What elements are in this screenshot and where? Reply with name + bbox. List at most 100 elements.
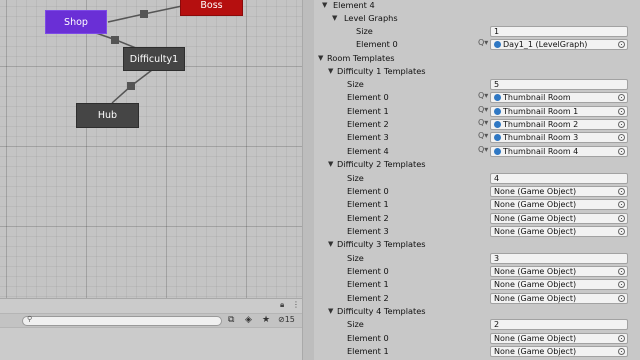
object-field[interactable]: None (Game Object) bbox=[490, 199, 628, 210]
object-field[interactable]: None (Game Object) bbox=[490, 226, 628, 237]
object-value: None (Game Object) bbox=[494, 267, 577, 276]
list-item: Element 0 None (Game Object) bbox=[314, 332, 640, 345]
edge-handle[interactable] bbox=[140, 10, 148, 18]
difficulty4-size-row: Size 2 bbox=[314, 318, 640, 331]
size-field[interactable]: 3 bbox=[490, 252, 628, 264]
prefab-icon bbox=[494, 121, 501, 128]
size-field[interactable]: 1 bbox=[490, 26, 628, 37]
object-value: None (Game Object) bbox=[494, 347, 577, 356]
node-difficulty1[interactable]: Difficulty1 bbox=[123, 47, 185, 71]
foldout-label: Difficulty 4 Templates bbox=[337, 306, 426, 316]
object-field[interactable]: Thumbnail Room 1 bbox=[490, 105, 628, 117]
size-field[interactable]: 2 bbox=[490, 319, 628, 330]
list-item: Element 0 None (Game Object) bbox=[314, 265, 640, 278]
object-picker-icon[interactable] bbox=[618, 188, 625, 195]
object-search-icon[interactable]: Q▾ bbox=[478, 38, 488, 47]
object-picker-icon[interactable] bbox=[618, 134, 625, 141]
object-field[interactable]: None (Game Object) bbox=[490, 266, 628, 277]
list-item: Element 0 Q▾ Thumbnail Room bbox=[314, 91, 640, 104]
node-boss[interactable]: Boss bbox=[180, 0, 243, 16]
object-field[interactable]: None (Game Object) bbox=[490, 346, 628, 357]
difficulty1-foldout[interactable]: ▼ Difficulty 1 Templates bbox=[314, 65, 640, 78]
object-field[interactable]: Thumbnail Room 4 bbox=[490, 145, 628, 157]
element4-foldout[interactable]: ▼ Element 4 bbox=[314, 0, 640, 12]
element-label: Element 2 bbox=[347, 212, 389, 223]
element-label: Element 1 bbox=[347, 346, 389, 356]
list-item: Element 2 Q▾ Thumbnail Room 2 bbox=[314, 118, 640, 131]
object-field[interactable]: Thumbnail Room bbox=[490, 92, 628, 103]
object-picker-icon[interactable] bbox=[618, 201, 625, 208]
object-field[interactable]: None (Game Object) bbox=[490, 332, 628, 344]
panel-splitter[interactable] bbox=[302, 0, 314, 360]
object-picker-icon[interactable] bbox=[618, 41, 625, 48]
prefab-icon bbox=[494, 107, 501, 115]
size-field[interactable]: 5 bbox=[490, 79, 628, 90]
object-picker-icon[interactable] bbox=[618, 294, 625, 302]
element-label: Element 3 bbox=[347, 132, 389, 142]
object-field[interactable]: None (Game Object) bbox=[490, 292, 628, 304]
list-item: Element 2 None (Game Object) bbox=[314, 212, 640, 225]
difficulty2-foldout[interactable]: ▼ Difficulty 2 Templates bbox=[314, 158, 640, 171]
object-field[interactable]: Thumbnail Room 3 bbox=[490, 132, 628, 143]
scene-filter-icon[interactable]: ⧉ bbox=[228, 315, 234, 325]
size-label: Size bbox=[347, 252, 364, 263]
foldout-triangle-icon: ▼ bbox=[318, 54, 324, 62]
object-search-icon[interactable]: Q▾ bbox=[478, 91, 488, 100]
search-input[interactable]: ⚲ bbox=[22, 315, 222, 326]
difficulty1-size-row: Size 5 bbox=[314, 78, 640, 91]
node-boss-label: Boss bbox=[200, 0, 223, 11]
object-search-icon[interactable]: Q▾ bbox=[478, 105, 488, 114]
node-shop-label: Shop bbox=[64, 16, 88, 28]
edge-handle[interactable] bbox=[111, 36, 119, 44]
size-label: Size bbox=[347, 172, 364, 183]
star-icon[interactable]: ★ bbox=[262, 315, 270, 325]
tag-icon[interactable]: ◈ bbox=[245, 315, 252, 325]
object-value: None (Game Object) bbox=[494, 293, 577, 303]
asset-icon bbox=[494, 41, 501, 48]
object-field[interactable]: None (Game Object) bbox=[490, 186, 628, 197]
level-graphs-foldout[interactable]: ▼ Level Graphs bbox=[314, 12, 640, 25]
node-hub[interactable]: Hub bbox=[76, 103, 139, 128]
object-picker-icon[interactable] bbox=[618, 228, 625, 235]
node-shop[interactable]: Shop bbox=[45, 10, 107, 34]
more-icon[interactable]: ⋮ bbox=[292, 300, 300, 309]
list-item: Element 2 None (Game Object) bbox=[314, 292, 640, 305]
graph-canvas[interactable]: Shop Boss Difficulty1 Hub bbox=[0, 0, 302, 298]
object-field[interactable]: Thumbnail Room 2 bbox=[490, 119, 628, 130]
foldout-triangle-icon: ▼ bbox=[328, 160, 334, 168]
object-picker-icon[interactable] bbox=[618, 268, 625, 275]
difficulty3-foldout[interactable]: ▼ Difficulty 3 Templates bbox=[314, 238, 640, 251]
size-value: 1 bbox=[494, 27, 500, 36]
object-picker-icon[interactable] bbox=[618, 348, 625, 355]
hidden-count: 15 bbox=[284, 315, 295, 324]
difficulty4-foldout[interactable]: ▼ Difficulty 4 Templates bbox=[314, 305, 640, 318]
object-picker-icon[interactable] bbox=[618, 281, 625, 288]
element-label: Element 1 bbox=[347, 199, 389, 209]
lock-icon[interactable]: 🔒︎ bbox=[280, 300, 284, 310]
object-picker-icon[interactable] bbox=[618, 147, 625, 155]
object-value: Thumbnail Room bbox=[503, 93, 571, 102]
size-value: 3 bbox=[494, 253, 500, 263]
object-picker-icon[interactable] bbox=[618, 334, 625, 342]
object-field[interactable]: None (Game Object) bbox=[490, 212, 628, 224]
element-label: Element 3 bbox=[347, 226, 389, 236]
object-search-icon[interactable]: Q▾ bbox=[478, 118, 488, 127]
room-templates-foldout[interactable]: ▼ Room Templates bbox=[314, 52, 640, 65]
object-picker-icon[interactable] bbox=[618, 107, 625, 115]
object-picker-icon[interactable] bbox=[618, 214, 625, 222]
object-field[interactable]: Day1_1 (LevelGraph) bbox=[490, 39, 628, 50]
object-search-icon[interactable]: Q▾ bbox=[478, 131, 488, 140]
object-picker-icon[interactable] bbox=[618, 121, 625, 128]
object-value: Thumbnail Room 3 bbox=[503, 133, 579, 142]
object-picker-icon[interactable] bbox=[618, 94, 625, 101]
foldout-label: Room Templates bbox=[327, 53, 395, 63]
object-search-icon[interactable]: Q▾ bbox=[478, 145, 488, 154]
element-label: Element 2 bbox=[347, 292, 389, 303]
size-label: Size bbox=[356, 26, 373, 36]
object-value: None (Game Object) bbox=[494, 200, 577, 209]
size-field[interactable]: 4 bbox=[490, 172, 628, 184]
edge-handle[interactable] bbox=[127, 82, 135, 90]
object-field[interactable]: None (Game Object) bbox=[490, 279, 628, 290]
search-icon: ⚲ bbox=[27, 315, 33, 323]
eye-off-icon[interactable]: ⊘15 bbox=[278, 315, 295, 324]
